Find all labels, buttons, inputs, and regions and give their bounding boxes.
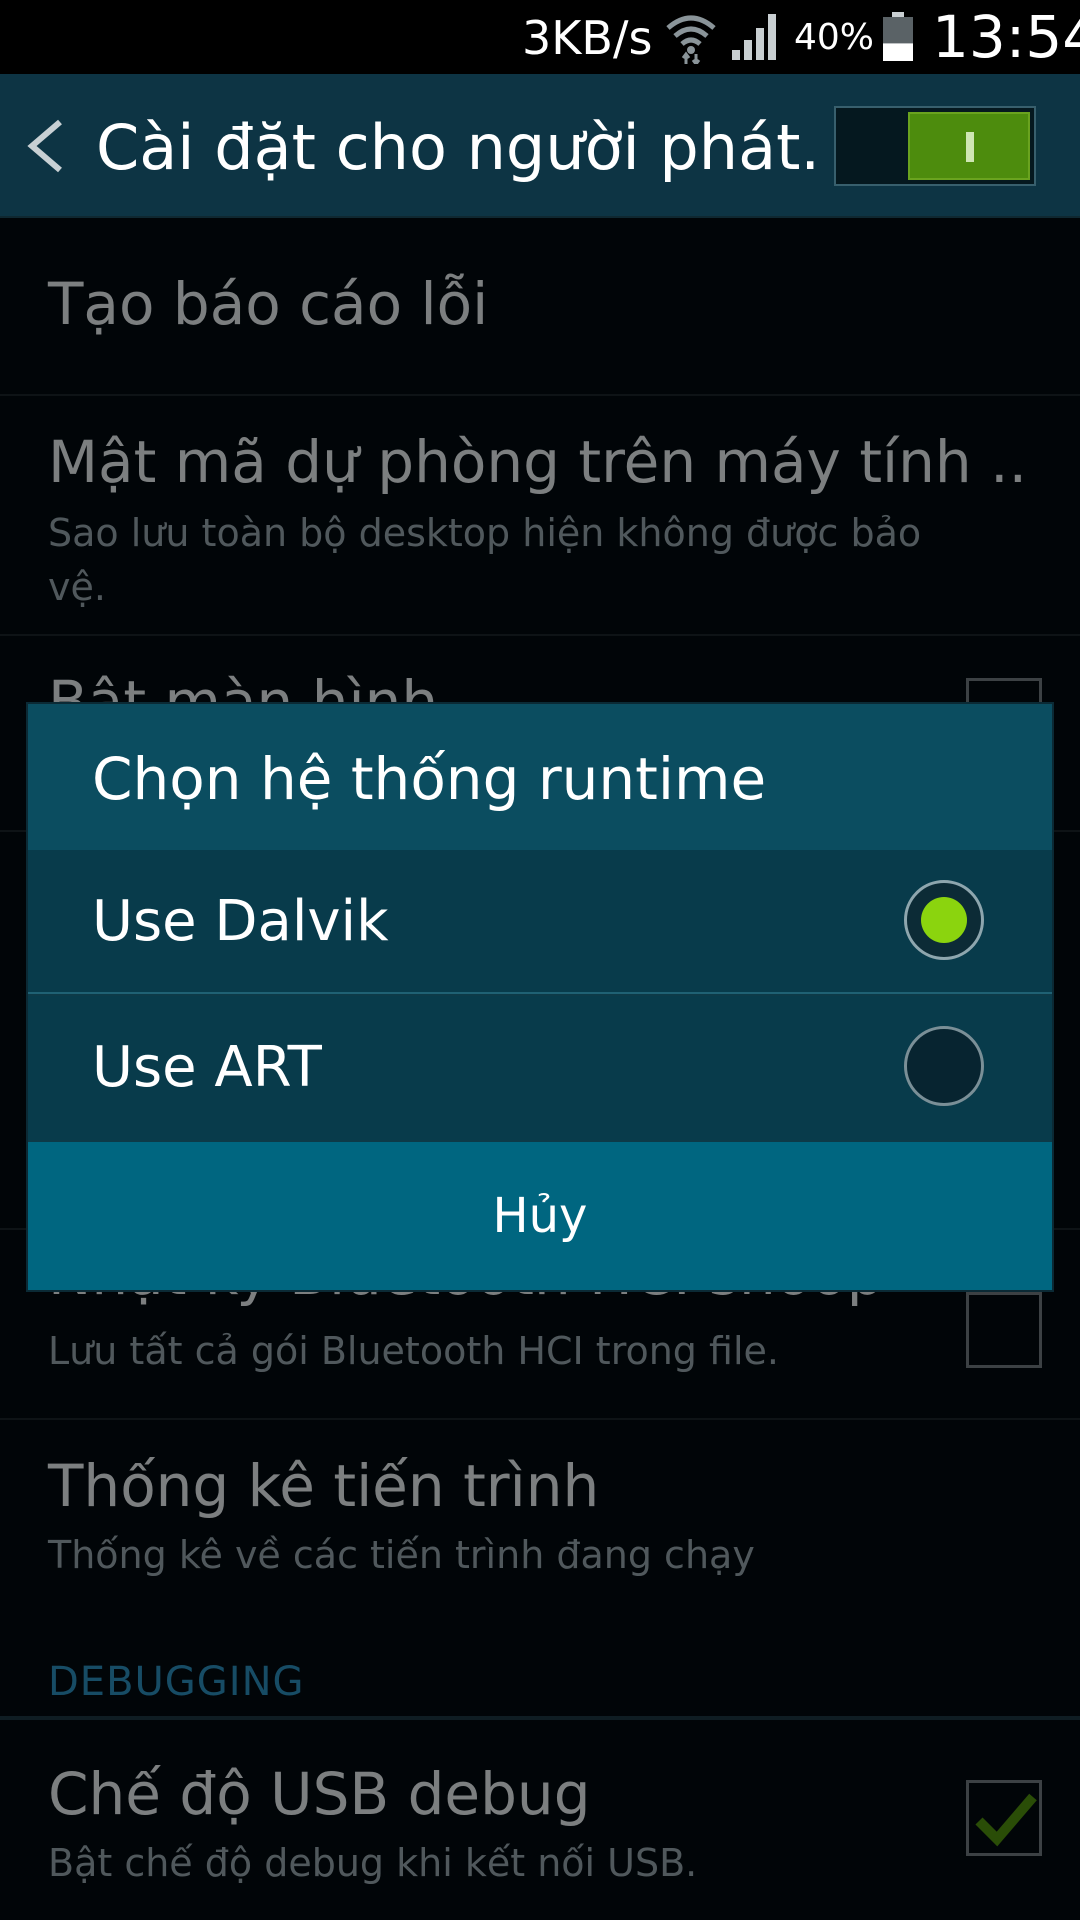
- option-use-art[interactable]: Use ART: [28, 996, 1052, 1140]
- status-bar: 3KB/s 40% 13:54: [0, 0, 1080, 74]
- cancel-button[interactable]: Hủy: [28, 1142, 1052, 1290]
- option-use-dalvik[interactable]: Use Dalvik: [28, 850, 1052, 994]
- option-label: Use ART: [92, 1035, 322, 1100]
- network-speed: 3KB/s: [522, 11, 653, 65]
- page-title: Cài đặt cho người phát..: [96, 111, 816, 184]
- wifi-icon: [666, 15, 716, 64]
- battery-icon: [883, 12, 913, 61]
- back-icon[interactable]: [24, 118, 68, 174]
- dialog-title: Chọn hệ thống runtime: [92, 745, 767, 813]
- toggle-knob: [908, 112, 1030, 180]
- radio-dalvik[interactable]: [904, 880, 984, 960]
- battery-percent: 40%: [794, 17, 875, 58]
- option-label: Use Dalvik: [92, 889, 389, 954]
- developer-options-toggle[interactable]: [834, 106, 1036, 186]
- signal-icon: [732, 14, 776, 60]
- clock: 13:54: [932, 3, 1080, 71]
- app-bar: Cài đặt cho người phát..: [0, 74, 1080, 218]
- dialog-header: Chọn hệ thống runtime: [28, 704, 1052, 850]
- radio-art[interactable]: [904, 1026, 984, 1106]
- runtime-dialog: Chọn hệ thống runtime Use Dalvik Use ART…: [28, 704, 1052, 1290]
